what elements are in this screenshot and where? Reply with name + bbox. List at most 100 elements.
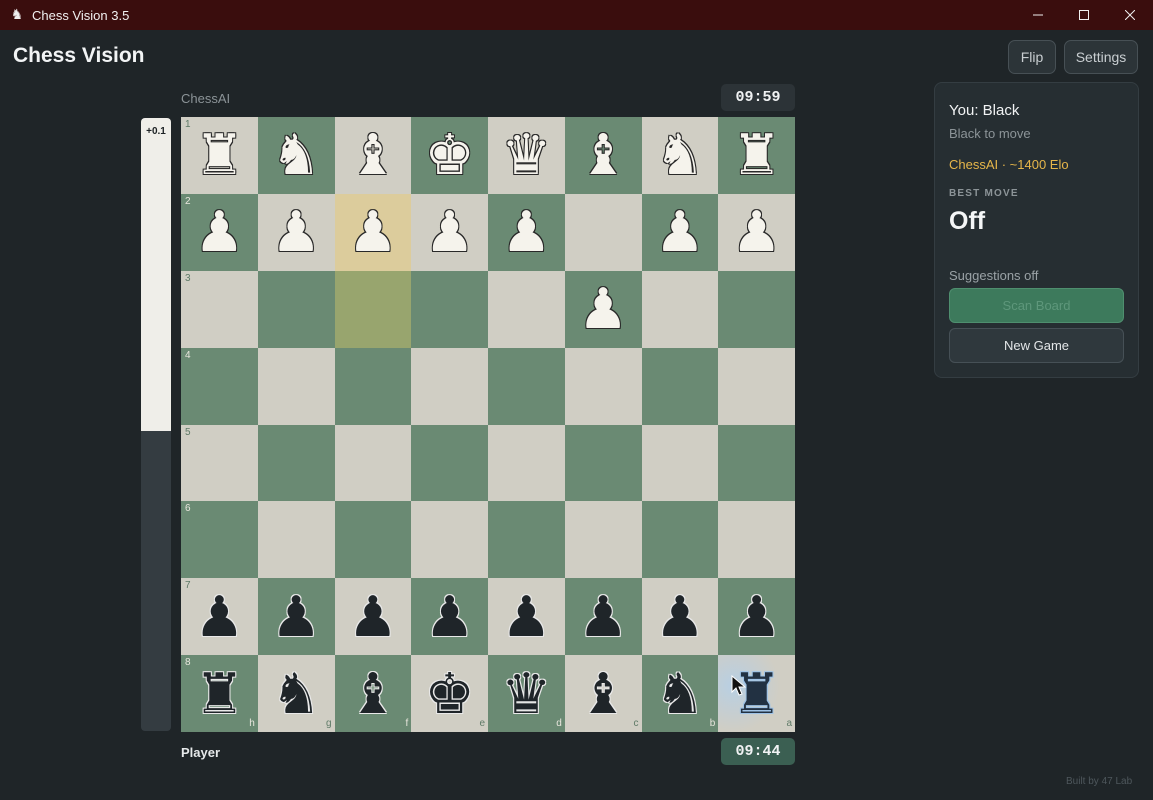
black-pawn-icon[interactable]: ♟: [258, 578, 335, 655]
white-bishop-icon[interactable]: ♝: [565, 117, 642, 194]
square-h8[interactable]: 8 h ♜: [181, 655, 258, 732]
square-f5[interactable]: [334, 424, 412, 502]
square-f8[interactable]: f ♝: [334, 655, 412, 732]
maximize-icon[interactable]: [1061, 0, 1107, 30]
square-a1[interactable]: ♜: [718, 117, 795, 194]
square-f2[interactable]: ♟: [334, 193, 412, 271]
square-g3[interactable]: [257, 270, 335, 348]
square-b8[interactable]: b ♞: [641, 655, 719, 732]
square-b7[interactable]: ♟: [641, 578, 719, 656]
square-g8[interactable]: g ♞: [257, 655, 335, 732]
black-pawn-icon[interactable]: ♟: [488, 578, 565, 655]
black-bishop-icon[interactable]: ♝: [335, 655, 412, 732]
white-pawn-icon[interactable]: ♟: [718, 194, 795, 271]
white-knight-icon[interactable]: ♞: [258, 117, 335, 194]
black-rook-icon[interactable]: ♜: [181, 655, 258, 732]
white-pawn-icon[interactable]: ♟: [488, 194, 565, 271]
square-b5[interactable]: [641, 424, 719, 502]
square-c8[interactable]: c ♝: [564, 655, 642, 732]
square-e5[interactable]: [411, 424, 488, 502]
square-h3[interactable]: 3: [181, 270, 258, 348]
scan-board-button[interactable]: Scan Board: [949, 288, 1124, 323]
white-knight-icon[interactable]: ♞: [642, 117, 719, 194]
white-rook-icon[interactable]: ♜: [718, 117, 795, 194]
square-d1[interactable]: ♛: [488, 117, 565, 194]
white-pawn-icon[interactable]: ♟: [181, 194, 258, 271]
square-b3[interactable]: [641, 270, 719, 348]
white-queen-icon[interactable]: ♛: [488, 117, 565, 194]
square-c4[interactable]: [564, 347, 642, 425]
white-pawn-icon[interactable]: ♟: [258, 194, 335, 271]
square-c6[interactable]: [564, 501, 642, 579]
square-c5[interactable]: [564, 424, 642, 502]
square-d3[interactable]: [488, 270, 565, 348]
square-a7[interactable]: ♟: [718, 578, 795, 656]
square-f7[interactable]: ♟: [334, 578, 412, 656]
square-e2[interactable]: ♟: [411, 193, 488, 271]
black-pawn-icon[interactable]: ♟: [181, 578, 258, 655]
square-f6[interactable]: [334, 501, 412, 579]
square-g1[interactable]: ♞: [257, 117, 335, 194]
square-g6[interactable]: [257, 501, 335, 579]
minimize-icon[interactable]: [1015, 0, 1061, 30]
black-pawn-icon[interactable]: ♟: [411, 578, 488, 655]
square-f4[interactable]: [334, 347, 412, 425]
close-icon[interactable]: [1107, 0, 1153, 30]
square-h2[interactable]: 2 ♟: [181, 193, 258, 271]
square-h1[interactable]: 1 ♜: [181, 117, 258, 194]
square-g5[interactable]: [257, 424, 335, 502]
square-d4[interactable]: [488, 347, 565, 425]
black-rook-icon[interactable]: ♜: [718, 655, 795, 732]
square-e7[interactable]: ♟: [411, 578, 488, 656]
square-a3[interactable]: [718, 270, 795, 348]
white-pawn-icon[interactable]: ♟: [565, 271, 642, 348]
square-a5[interactable]: [718, 424, 795, 502]
black-pawn-icon[interactable]: ♟: [565, 578, 642, 655]
black-pawn-icon[interactable]: ♟: [335, 578, 412, 655]
square-c7[interactable]: ♟: [564, 578, 642, 656]
square-f3[interactable]: [334, 270, 412, 348]
square-d2[interactable]: ♟: [488, 193, 565, 271]
square-b2[interactable]: ♟: [641, 193, 719, 271]
white-rook-icon[interactable]: ♜: [181, 117, 258, 194]
square-h6[interactable]: 6: [181, 501, 258, 579]
white-bishop-icon[interactable]: ♝: [335, 117, 412, 194]
black-bishop-icon[interactable]: ♝: [565, 655, 642, 732]
square-d8[interactable]: d ♛: [488, 655, 565, 732]
black-pawn-icon[interactable]: ♟: [642, 578, 719, 655]
square-a8[interactable]: a ♜: [718, 655, 795, 732]
square-e1[interactable]: ♚: [411, 117, 488, 194]
square-h5[interactable]: 5: [181, 424, 258, 502]
square-b6[interactable]: [641, 501, 719, 579]
square-a4[interactable]: [718, 347, 795, 425]
white-pawn-icon[interactable]: ♟: [642, 194, 719, 271]
square-h7[interactable]: 7 ♟: [181, 578, 258, 656]
square-b4[interactable]: [641, 347, 719, 425]
black-queen-icon[interactable]: ♛: [488, 655, 565, 732]
square-h4[interactable]: 4: [181, 347, 258, 425]
square-c3[interactable]: ♟: [564, 270, 642, 348]
white-king-icon[interactable]: ♚: [411, 117, 488, 194]
settings-button[interactable]: Settings: [1064, 40, 1138, 74]
square-b1[interactable]: ♞: [641, 117, 719, 194]
black-knight-icon[interactable]: ♞: [642, 655, 719, 732]
square-g4[interactable]: [257, 347, 335, 425]
square-d6[interactable]: [488, 501, 565, 579]
square-e4[interactable]: [411, 347, 488, 425]
square-a2[interactable]: ♟: [718, 193, 795, 271]
black-king-icon[interactable]: ♚: [411, 655, 488, 732]
square-d5[interactable]: [488, 424, 565, 502]
square-d7[interactable]: ♟: [488, 578, 565, 656]
square-c2[interactable]: [564, 193, 642, 271]
flip-button[interactable]: Flip: [1008, 40, 1056, 74]
square-g2[interactable]: ♟: [257, 193, 335, 271]
square-g7[interactable]: ♟: [257, 578, 335, 656]
black-knight-icon[interactable]: ♞: [258, 655, 335, 732]
square-f1[interactable]: ♝: [334, 117, 412, 194]
white-pawn-icon[interactable]: ♟: [335, 194, 412, 271]
square-e8[interactable]: e ♚: [411, 655, 488, 732]
square-c1[interactable]: ♝: [564, 117, 642, 194]
square-e6[interactable]: [411, 501, 488, 579]
square-a6[interactable]: [718, 501, 795, 579]
chess-board[interactable]: 1 ♜ ♞ ♝ ♚ ♛ ♝ ♞ ♜ 2 ♟ ♟ ♟ ♟ ♟ ♟ ♟ 3 ♟ 4 5 6 7 ♟ ♟ ♟ ♟ ♟ ♟ ♟ ♟ 8 h ♜ g ♞ f ♝ e ♚…: [181, 117, 795, 732]
